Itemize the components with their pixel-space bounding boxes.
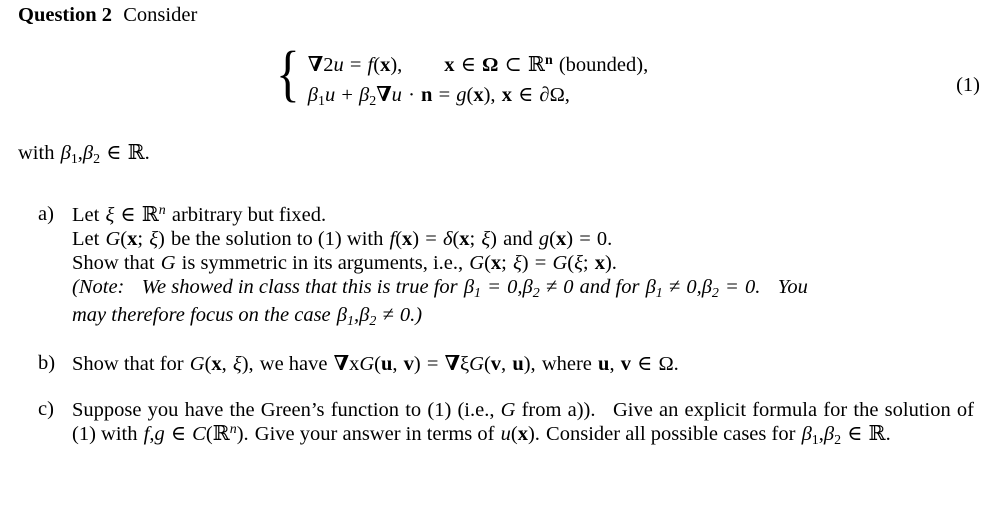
part-a-line-2: Let G(x; ξ) be the solution to (1) with f(x)… [72, 228, 613, 251]
question-heading-text: Consider [123, 4, 198, 26]
part-c-label: c) [38, 397, 54, 420]
part-a-note-line-2: may therefore focus on the case β1,β2 ≠ 0.) [72, 303, 423, 329]
part-a-note-line-1: (Note: We showed in class that this is tr… [72, 276, 808, 302]
problem-part-b: b) Show that for G(x, ξ), we have ∇xG(u, v) = ∇… [0, 352, 996, 376]
part-b-line-1: Show that for G(x, ξ), we have ∇xG(u, v) = ∇ξG(… [72, 352, 679, 375]
with-condition-line: with β1,β2 ∈ ℝ. [18, 142, 150, 167]
part-b-label: b) [38, 351, 56, 374]
equation-number: (1) [956, 74, 980, 96]
equation-line-pde: ∇2u = f(x), x ∈ Ω ⊂ ℝn (bounded), [307, 53, 649, 76]
part-a-line-3: Show that Gis symmetric in its arguments,… [72, 252, 617, 275]
document-page: Question 2 Consider { ∇2u = f(x), x ∈ Ω ⊂ ℝn (bo… [0, 0, 996, 511]
with-prefix: with [18, 142, 55, 164]
display-equation-block: { ∇2u = f(x), x ∈ Ω ⊂ ℝn (bounded), β1u + β2∇u · n = g… [0, 43, 996, 122]
part-a-line-1: Let ξ ∈ ℝn arbitrary but fixed. [72, 203, 327, 226]
part-a-label: a) [38, 203, 54, 225]
equation-system: { ∇2u = f(x), x ∈ Ω ⊂ ℝn (bounded), β1u + β2∇u · n = g… [276, 43, 649, 113]
left-brace-delimiter: { [276, 40, 300, 108]
problem-parts-list: a) Let ξ ∈ ℝn arbitrary but fixed. Let G(x; ξ)… [0, 203, 996, 462]
problem-part-a: a) Let ξ ∈ ℝn arbitrary but fixed. Let G(x; ξ)… [0, 203, 996, 330]
question-number-label: Question 2 [18, 4, 112, 26]
part-c-paragraph: Suppose you have the Green’s function to… [72, 398, 974, 448]
question-heading: Question 2 Consider [18, 4, 197, 27]
equation-line-boundary: β1u + β2∇u · n = g(x), x ∈ ∂Ω, [307, 84, 570, 110]
problem-part-c: c) Suppose you have the Green’s function… [0, 398, 996, 449]
